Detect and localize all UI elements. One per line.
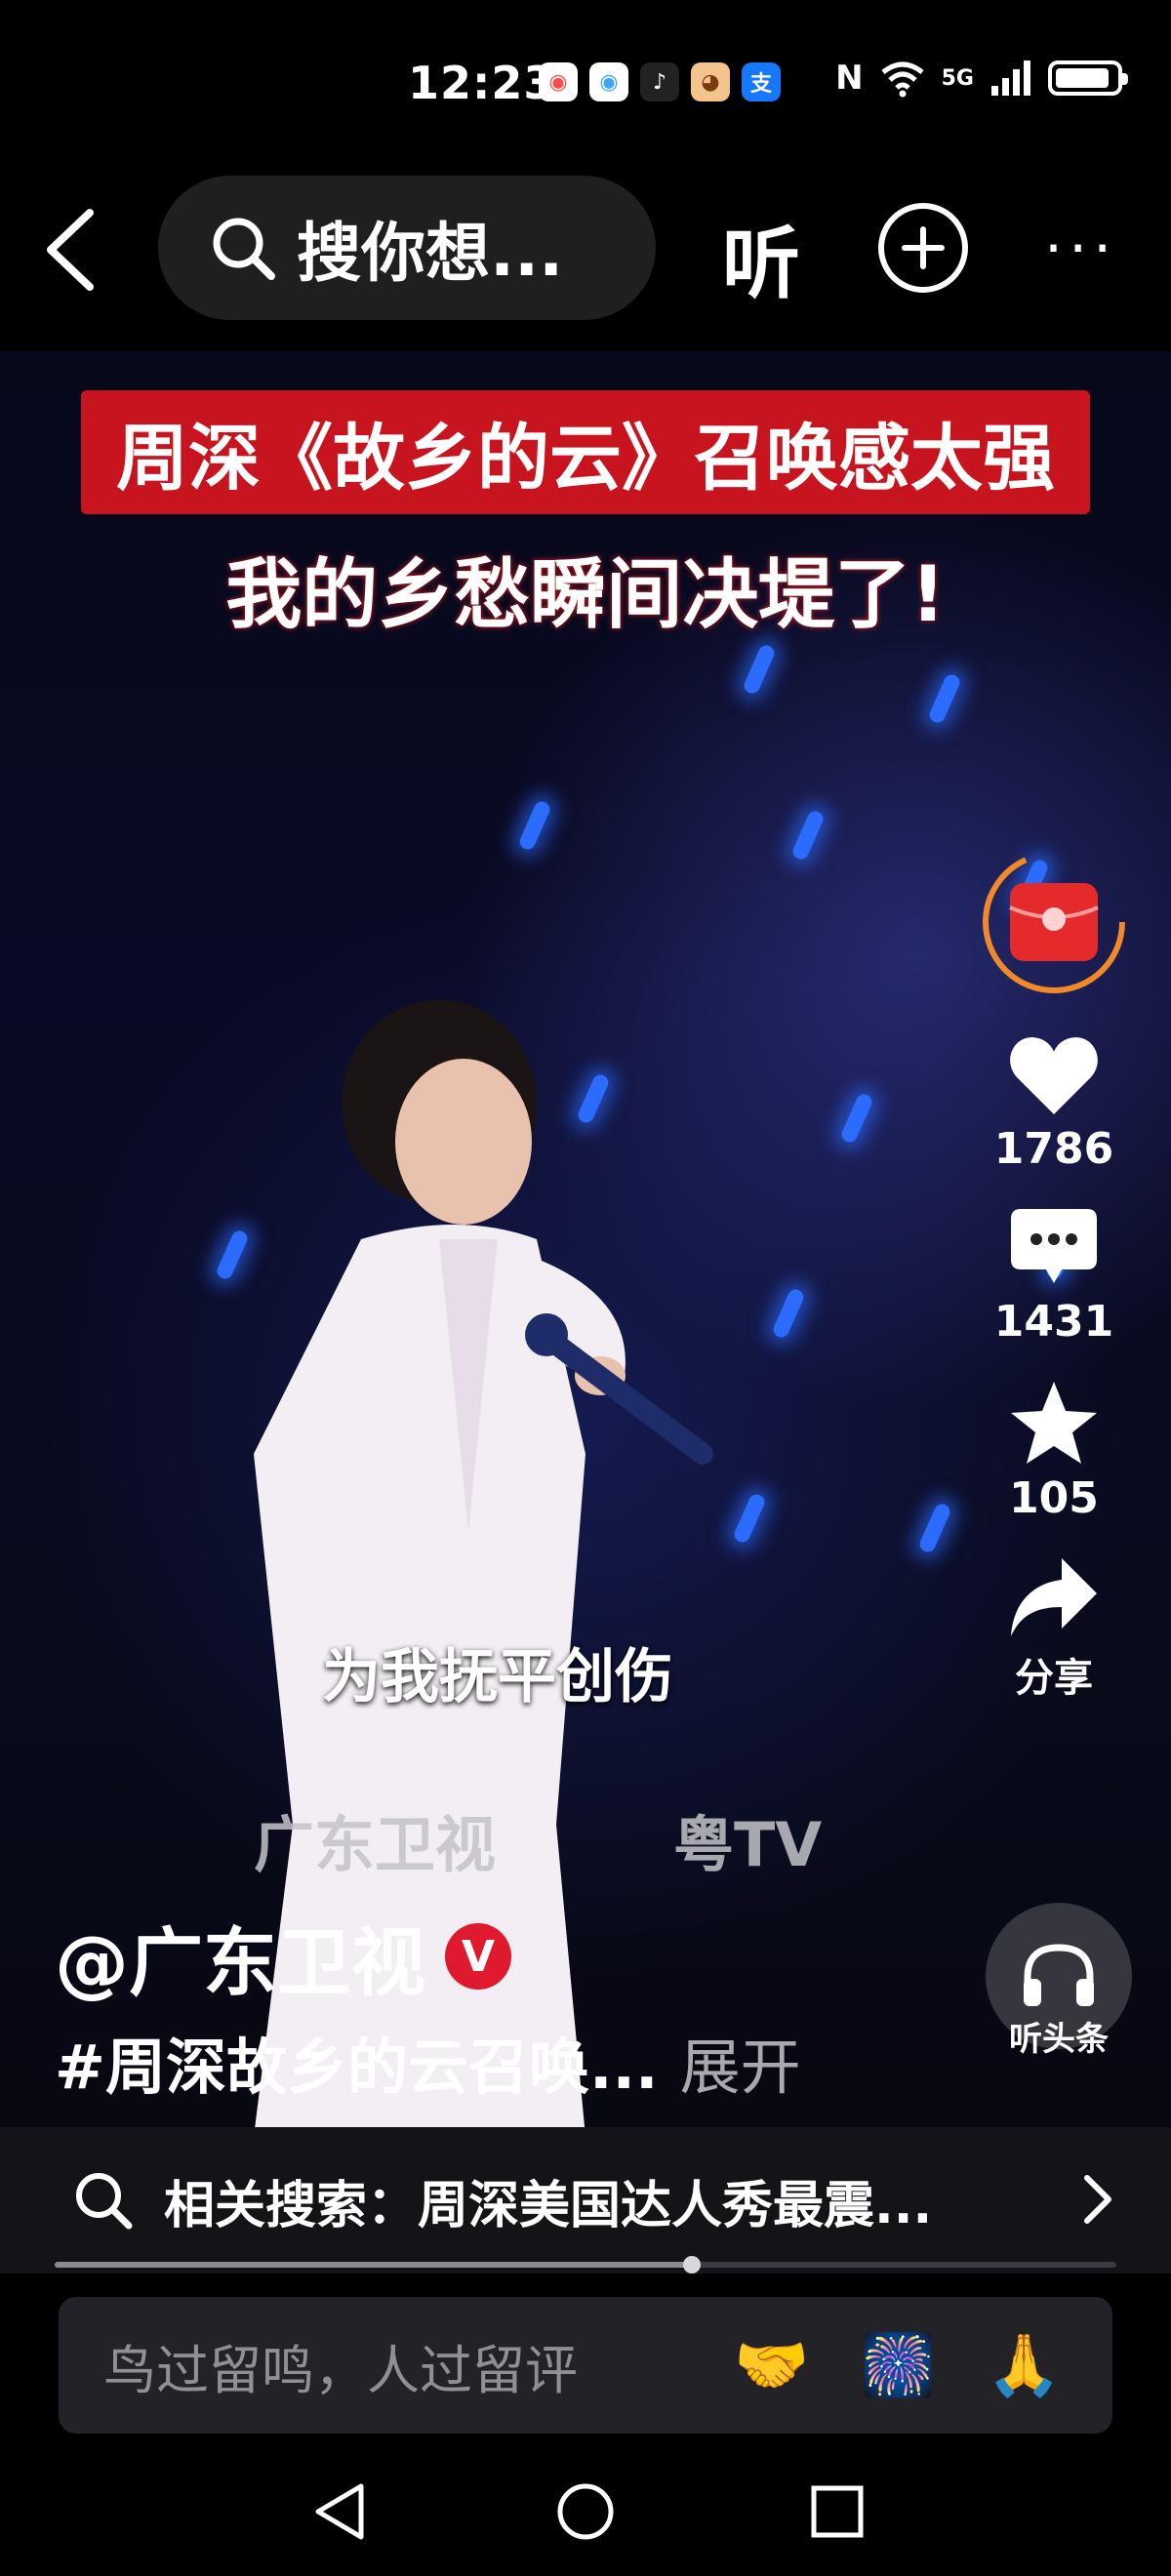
tiktok-icon: ♪ <box>640 62 679 101</box>
network-type: 5G <box>941 65 974 91</box>
lightstick-glow <box>790 808 826 863</box>
status-indicators: N 5G <box>835 59 1128 98</box>
tv-logo-left: 广东卫视 <box>254 1809 497 1880</box>
expand-link[interactable]: 展开 <box>680 2032 801 2103</box>
more-menu-button[interactable]: ··· <box>1044 215 1117 283</box>
app-icon-4: ◕ <box>691 62 730 101</box>
video-headline: 周深《故乡的云》召唤感太强 我的乡愁瞬间决堤了! <box>0 390 1171 643</box>
star-icon <box>1011 1382 1097 1464</box>
lightstick-glow <box>927 671 962 726</box>
alipay-icon: 支 <box>742 62 781 101</box>
top-header: 搜你想... 听 ··· <box>0 176 1171 322</box>
lyric-subtitle: 为我抚平创伤 <box>322 1643 673 1711</box>
tv-logo-right: 粤TV <box>673 1809 823 1880</box>
back-button[interactable] <box>39 201 101 299</box>
lightstick-glow <box>839 1091 874 1146</box>
search-input[interactable]: 搜你想... <box>297 201 563 295</box>
author-name[interactable]: @广东卫视 V <box>55 1903 511 2010</box>
chevron-right-icon <box>1084 2175 1111 2224</box>
verified-badge-icon: V <box>445 1923 511 1990</box>
share-button[interactable]: 分享 <box>976 1554 1132 1703</box>
comment-count: 1431 <box>993 1297 1114 1347</box>
progress-handle[interactable] <box>682 2256 701 2274</box>
search-bar[interactable]: 搜你想... <box>158 176 656 320</box>
battery-icon <box>1048 60 1128 96</box>
back-arrow-icon <box>47 209 94 291</box>
action-rail: 1786 1431 105 分享 <box>976 849 1132 1734</box>
caption-text: #周深故乡的云召唤... <box>55 2032 659 2103</box>
emoji-pray-button[interactable]: 🙏 <box>987 2329 1062 2401</box>
favorite-count: 105 <box>1009 1473 1099 1523</box>
share-label: 分享 <box>1015 1656 1093 1701</box>
lightstick-glow <box>732 1491 767 1546</box>
heart-icon <box>1010 1037 1098 1114</box>
emoji-fireworks-button[interactable]: 🎆 <box>861 2329 936 2401</box>
favorite-button[interactable]: 105 <box>976 1378 1132 1523</box>
share-arrow-icon <box>1011 1558 1097 1636</box>
emoji-handshake-button[interactable]: 🤝 <box>734 2329 809 2401</box>
plus-icon <box>902 226 945 269</box>
like-count: 1786 <box>993 1124 1114 1174</box>
headline-line-1: 周深《故乡的云》召唤感太强 <box>81 390 1090 514</box>
signal-icon <box>991 60 1030 96</box>
related-search-text: 相关搜索：周深美国达人秀最震... <box>164 2176 933 2235</box>
app-icon-2: ◉ <box>589 62 628 101</box>
app-icon-1: ◉ <box>539 62 578 101</box>
listen-card-label: 听头条 <box>1009 2020 1109 2059</box>
wifi-icon <box>881 61 924 98</box>
lightstick-glow <box>742 642 777 697</box>
listen-headlines-button[interactable]: 听头条 <box>986 1903 1132 2060</box>
nav-back-icon[interactable] <box>310 2480 369 2543</box>
battery-level <box>1056 68 1109 88</box>
nfc-icon: N <box>835 59 864 98</box>
system-nav-bar <box>0 2459 1171 2576</box>
listen-button[interactable]: 听 <box>722 201 800 314</box>
comment-input[interactable]: 鸟过留鸣，人过留评 <box>103 2327 734 2404</box>
search-icon <box>213 218 275 280</box>
like-button[interactable]: 1786 <box>976 1032 1132 1174</box>
nav-recents-icon[interactable] <box>808 2480 867 2543</box>
search-icon <box>76 2173 133 2230</box>
red-packet-button[interactable] <box>981 849 1127 995</box>
status-time: 12:23 <box>408 57 556 109</box>
status-bar: 12:23 ◉ ◉ ♪ ◕ 支 N 5G <box>0 0 1171 146</box>
headphones-icon <box>1024 1944 1094 2006</box>
video-progress-bar[interactable] <box>55 2256 1116 2274</box>
post-caption[interactable]: #周深故乡的云召唤... 展开 <box>55 2018 801 2106</box>
add-button[interactable] <box>878 203 968 293</box>
author-handle[interactable]: @广东卫视 <box>55 1903 425 2010</box>
nav-home-icon[interactable] <box>554 2480 617 2543</box>
red-packet-icon <box>983 851 1125 993</box>
progress-fill <box>55 2262 692 2268</box>
lightstick-glow <box>771 1286 806 1341</box>
lightstick-glow <box>517 798 552 853</box>
related-search-bar[interactable]: 相关搜索：周深美国达人秀最震... <box>0 2127 1171 2274</box>
comment-input-bar[interactable]: 鸟过留鸣，人过留评 🤝 🎆 🙏 <box>59 2297 1112 2434</box>
headline-line-2: 我的乡愁瞬间决堤了! <box>225 551 946 639</box>
comment-button[interactable]: 1431 <box>976 1205 1132 1347</box>
comment-icon <box>1011 1209 1097 1283</box>
lightstick-glow <box>917 1501 952 1555</box>
